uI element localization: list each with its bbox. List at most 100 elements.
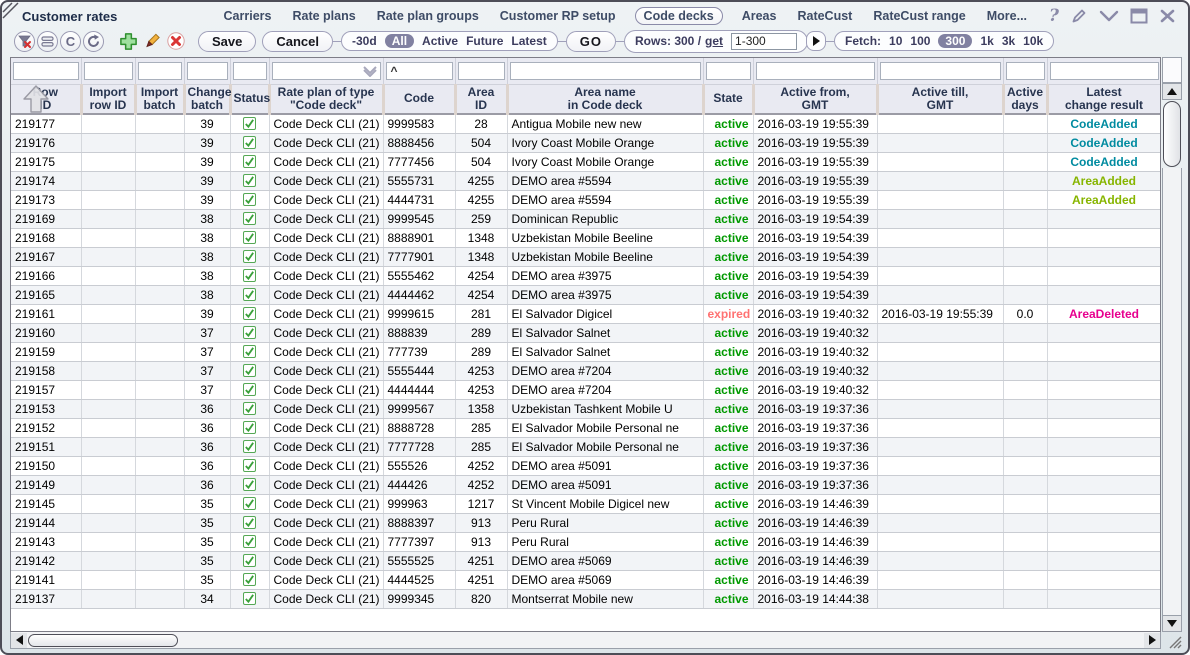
status-checkbox[interactable] (243, 212, 256, 225)
help-icon[interactable]: ? (1049, 8, 1059, 24)
clear-filter-button[interactable] (14, 31, 35, 52)
menu-item-rate-plans[interactable]: Rate plans (290, 8, 357, 24)
status-checkbox[interactable] (243, 383, 256, 396)
status-checkbox[interactable] (243, 402, 256, 415)
column-header-row-id[interactable]: Row ID (11, 84, 81, 114)
status-checkbox[interactable] (243, 364, 256, 377)
status-checkbox[interactable] (243, 345, 256, 358)
column-header-active-days[interactable]: Active days (1003, 84, 1047, 114)
filter-input-row-id[interactable] (13, 62, 79, 80)
table-row[interactable]: 21914435Code Deck CLI (21)8888397913Peru… (11, 513, 1161, 532)
status-checkbox[interactable] (243, 174, 256, 187)
column-header-active-from[interactable]: Active from, GMT (753, 84, 877, 114)
collapse-icon[interactable] (1099, 8, 1119, 24)
scroll-down-button[interactable] (1162, 615, 1182, 632)
status-checkbox[interactable] (243, 250, 256, 263)
status-checkbox[interactable] (243, 193, 256, 206)
status-checkbox[interactable] (243, 136, 256, 149)
option-active[interactable]: Active (422, 34, 458, 48)
filter-input-status[interactable] (233, 62, 267, 80)
filter-input-state[interactable] (706, 62, 751, 80)
status-checkbox[interactable] (243, 288, 256, 301)
scroll-up-button[interactable] (1162, 83, 1182, 100)
refresh-button[interactable] (83, 31, 104, 52)
status-checkbox[interactable] (243, 231, 256, 244)
table-row[interactable]: 21914135Code Deck CLI (21)44445254251DEM… (11, 570, 1161, 589)
status-checkbox[interactable] (243, 497, 256, 510)
option-future[interactable]: Future (466, 34, 503, 48)
table-row[interactable]: 21916738Code Deck CLI (21)77779011348Uzb… (11, 247, 1161, 266)
filter-input-change-batch[interactable] (187, 62, 228, 80)
vertical-scrollbar[interactable] (1162, 57, 1182, 649)
menu-item-rate-plan-groups[interactable]: Rate plan groups (375, 8, 481, 24)
filter-input-code[interactable]: ^ (386, 62, 453, 80)
column-header-rate-plan[interactable]: Rate plan of type "Code deck" (269, 84, 383, 114)
menu-item-ratecust[interactable]: RateCust (795, 8, 854, 24)
option-30d[interactable]: -30d (352, 34, 377, 48)
table-row[interactable]: 21914335Code Deck CLI (21)7777397913Peru… (11, 532, 1161, 551)
rows-range-input[interactable] (731, 33, 797, 50)
status-checkbox[interactable] (243, 478, 256, 491)
add-row-button[interactable] (118, 31, 138, 51)
column-header-active-till[interactable]: Active till, GMT (877, 84, 1003, 114)
option-100[interactable]: 100 (910, 34, 930, 48)
clear-button[interactable]: C (60, 31, 81, 52)
menu-item-areas[interactable]: Areas (740, 8, 779, 24)
go-button[interactable]: GO (566, 31, 616, 52)
column-header-change-batch[interactable]: Change batch (184, 84, 230, 114)
status-checkbox[interactable] (243, 516, 256, 529)
table-row[interactable]: 21915737Code Deck CLI (21)44444444253DEM… (11, 380, 1161, 399)
option-10k[interactable]: 10k (1023, 34, 1043, 48)
table-row[interactable]: 21916037Code Deck CLI (21)888839289El Sa… (11, 323, 1161, 342)
filter-input-active-days[interactable] (1006, 62, 1045, 80)
vertical-scroll-track[interactable] (1162, 168, 1182, 615)
table-row[interactable]: 21915837Code Deck CLI (21)55554444253DEM… (11, 361, 1161, 380)
table-row[interactable]: 21914936Code Deck CLI (21)4444264252DEMO… (11, 475, 1161, 494)
filter-input-area-name[interactable] (510, 62, 701, 80)
column-header-status[interactable]: Status (230, 84, 269, 114)
option-all[interactable]: All (385, 34, 414, 48)
maximize-icon[interactable] (1130, 8, 1148, 24)
filter-input-import-batch[interactable] (138, 62, 182, 80)
table-row[interactable]: 21917639Code Deck CLI (21)8888456504Ivor… (11, 133, 1161, 152)
close-icon[interactable] (1159, 8, 1176, 24)
status-checkbox[interactable] (243, 307, 256, 320)
delete-row-button[interactable] (166, 31, 186, 51)
table-row[interactable]: 21915136Code Deck CLI (21)7777728285El S… (11, 437, 1161, 456)
column-header-result[interactable]: Latest change result (1047, 84, 1161, 114)
table-row[interactable]: 21916638Code Deck CLI (21)55554624254DEM… (11, 266, 1161, 285)
option-1k[interactable]: 1k (980, 34, 993, 48)
column-header-import-row-id[interactable]: Import row ID (81, 84, 135, 114)
next-page-button[interactable] (806, 31, 826, 51)
table-row[interactable]: 21915937Code Deck CLI (21)777739289El Sa… (11, 342, 1161, 361)
status-checkbox[interactable] (243, 269, 256, 282)
status-checkbox[interactable] (243, 535, 256, 548)
menu-item-more[interactable]: More... (985, 8, 1029, 24)
status-checkbox[interactable] (243, 421, 256, 434)
get-link[interactable]: get (705, 34, 723, 48)
horizontal-scroll-thumb[interactable] (28, 634, 178, 647)
window-drag-grip[interactable] (2, 2, 22, 22)
table-row[interactable]: 21917439Code Deck CLI (21)55557314255DEM… (11, 171, 1161, 190)
column-header-import-batch[interactable]: Import batch (135, 84, 184, 114)
table-row[interactable]: 21913734Code Deck CLI (21)9999345820Mont… (11, 589, 1161, 608)
table-row[interactable]: 21917539Code Deck CLI (21)7777456504Ivor… (11, 152, 1161, 171)
edit-icon[interactable] (1070, 7, 1088, 25)
option-3k[interactable]: 3k (1002, 34, 1015, 48)
column-header-area-id[interactable]: Area ID (455, 84, 507, 114)
table-row[interactable]: 21914235Code Deck CLI (21)55555254251DEM… (11, 551, 1161, 570)
menu-item-carriers[interactable]: Carriers (222, 8, 274, 24)
table-row[interactable]: 21916838Code Deck CLI (21)88889011348Uzb… (11, 228, 1161, 247)
cancel-button[interactable]: Cancel (262, 31, 333, 52)
rows-view-button[interactable] (37, 31, 58, 52)
status-checkbox[interactable] (243, 155, 256, 168)
resize-grip[interactable] (1162, 632, 1182, 649)
status-checkbox[interactable] (243, 440, 256, 453)
column-header-area-name[interactable]: Area name in Code deck (507, 84, 703, 114)
table-row[interactable]: 21916139Code Deck CLI (21)9999615281El S… (11, 304, 1161, 323)
filter-input-active-till[interactable] (880, 62, 1001, 80)
menu-item-ratecust-range[interactable]: RateCust range (871, 8, 967, 24)
table-row[interactable]: 21917339Code Deck CLI (21)44447314255DEM… (11, 190, 1161, 209)
filter-dropdown-icon[interactable] (362, 66, 378, 77)
status-checkbox[interactable] (243, 326, 256, 339)
